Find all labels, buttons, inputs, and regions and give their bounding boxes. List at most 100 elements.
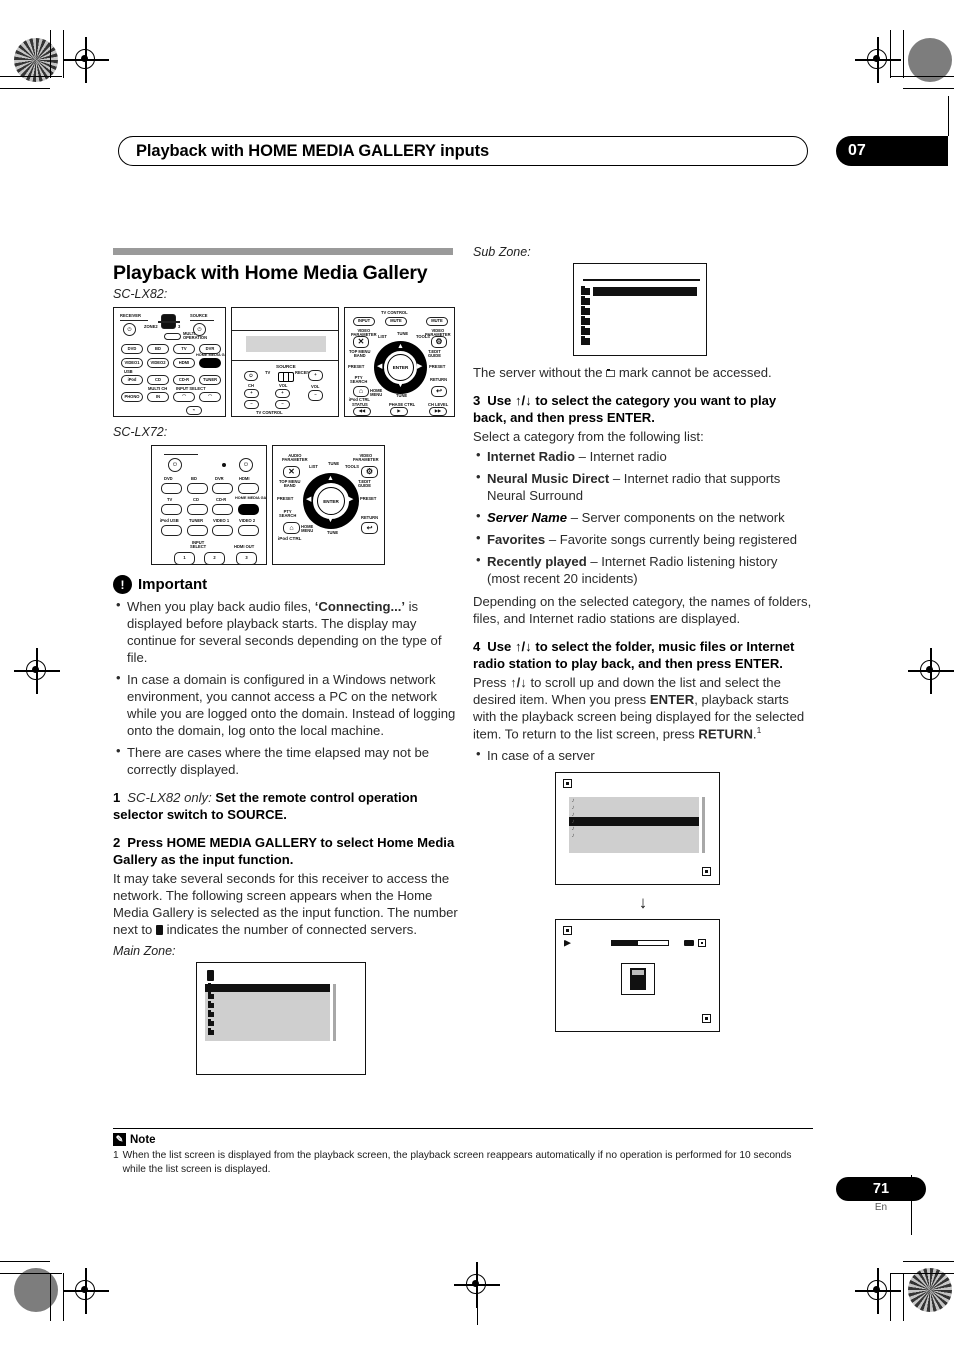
phono-button[interactable]: PHONO <box>121 392 143 402</box>
input-button[interactable]: INPUT <box>353 317 375 326</box>
crop-line-bl-v <box>50 1273 51 1321</box>
home-menu-button[interactable]: ⌂ <box>353 386 369 397</box>
crop-line-top-right-h2 <box>903 88 954 89</box>
osd-sub-highlight-row <box>593 287 697 296</box>
step-3-bold-a: Use <box>487 393 515 409</box>
tools-wrench-button[interactable]: ⚙ <box>431 336 447 348</box>
lx72-return-button[interactable]: ↩ <box>361 522 378 534</box>
lx72-input-2-button[interactable]: 2 <box>204 552 225 564</box>
osd-sub-folder-icon-4 <box>581 316 590 325</box>
cd-button[interactable]: CD <box>147 375 169 385</box>
lx72-tools-wrench-button[interactable]: ⚙ <box>361 466 378 478</box>
multi-operation-button[interactable] <box>164 333 181 340</box>
lx72-label-tune-bottom: TUNE <box>327 530 339 535</box>
osd-list-top-left-icon <box>563 778 572 788</box>
ch-up-button[interactable]: + <box>244 389 259 398</box>
bd-button[interactable]: BD <box>147 344 169 354</box>
lx72-home-menu-button[interactable]: ⌂ <box>283 522 300 534</box>
lx72-tv-button[interactable] <box>161 504 182 515</box>
lx72-cd-button[interactable] <box>187 504 208 515</box>
power-receiver-button[interactable]: ⏻ <box>123 323 136 336</box>
input-select-prev-button[interactable]: ⌒ <box>173 392 195 402</box>
ipod-button[interactable]: iPod <box>121 375 143 385</box>
extra-button-lx82[interactable]: ⌁ <box>186 406 202 415</box>
step-4-body-arrows-icon: ↑/↓ <box>510 675 527 691</box>
lx72-dvr-button[interactable] <box>212 483 233 494</box>
lx72-dvd-button[interactable] <box>161 483 182 494</box>
osd-server-list: ♪♪♪♪♪♪ <box>555 771 720 885</box>
lx72-power-left-button[interactable]: ⏻ <box>168 458 182 472</box>
home-media-gallery-button-lx82[interactable] <box>199 358 221 368</box>
left-column: Playback with Home Media Gallery SC-LX82… <box>113 248 458 1076</box>
lx72-label-home-media-gallery: HOME MEDIA GALLERY <box>235 496 267 500</box>
lx72-enter-button[interactable]: ENTER <box>317 487 345 515</box>
in-button[interactable]: IN <box>147 392 169 402</box>
next-track-button[interactable]: ▶▶ <box>429 407 447 416</box>
lx72-label-return: RETURN <box>361 515 379 520</box>
label-tv-control: TV CONTROL <box>256 410 283 415</box>
note-title: Note <box>130 1133 156 1146</box>
lx72-power-right-button[interactable]: ⏻ <box>239 458 253 472</box>
step-4-number: 4 <box>473 639 481 655</box>
video1-button[interactable]: VIDEO1 <box>121 358 143 368</box>
return-button[interactable]: ↩ <box>431 386 447 397</box>
prev-track-button[interactable]: ◀◀ <box>353 407 371 416</box>
play-button[interactable]: ▶ <box>390 407 408 416</box>
tv-power-button[interactable]: ⏻ <box>244 371 258 381</box>
osd-sub-folder-icon-5 <box>581 326 590 335</box>
lx72-video2-button[interactable] <box>238 525 259 536</box>
remote-panel-selector-lx82: SOURCE TV RECEIVER ⏻ CH VOL + – + – TV C… <box>231 307 339 417</box>
tv-button[interactable]: TV <box>173 344 195 354</box>
vol-down-button[interactable]: – <box>275 400 290 409</box>
lx72-tuner-button[interactable] <box>187 525 208 536</box>
label-input-select: INPUT SELECT <box>176 386 206 391</box>
mute-button[interactable]: MUTE <box>385 317 407 326</box>
lx72-input-1-button[interactable]: 1 <box>174 552 195 564</box>
cdr-button[interactable]: CD-R <box>173 375 195 385</box>
osd-playback-status-icon-a <box>684 939 694 946</box>
close-x-button[interactable]: ✕ <box>353 336 369 348</box>
lx72-label-hdmi: HDMI <box>239 476 250 481</box>
lx72-label-video1: VIDEO 1 <box>213 518 230 523</box>
dvd-button[interactable]: DVD <box>121 344 143 354</box>
enter-button[interactable]: ENTER <box>387 354 414 381</box>
osd-playback-progress-fill <box>612 940 638 945</box>
osd-sub-folder-icon-3 <box>581 306 590 315</box>
lx72-label-cd: CD <box>193 497 199 502</box>
home-media-gallery-button-lx72[interactable] <box>238 504 259 515</box>
lx72-input-3-button[interactable]: 3 <box>236 552 257 564</box>
dpad-right-arrow-icon: ▶ <box>417 363 423 370</box>
ch-down-button[interactable]: – <box>244 400 259 409</box>
lx72-label-tv: TV <box>167 497 173 502</box>
operation-selector-switch[interactable] <box>278 372 294 382</box>
lx72-bd-button[interactable] <box>187 483 208 494</box>
hdmi-button[interactable]: HDMI <box>173 358 195 368</box>
lx72-video1-button[interactable] <box>212 525 233 536</box>
selector-tick-1 <box>283 373 285 381</box>
label-preset-left: PRESET <box>348 364 365 369</box>
lx72-cdr-button[interactable] <box>212 504 233 515</box>
video2-button[interactable]: VIDEO2 <box>147 358 169 368</box>
panel2-mid-divider <box>232 360 338 361</box>
lx72-label-tedit-guide: T.EDIT GUIDE <box>358 479 371 489</box>
osd-main-folder-icon-6 <box>208 1028 214 1036</box>
mute2-button[interactable]: MUTE <box>426 317 448 326</box>
osd-list-scrollbar[interactable] <box>702 796 705 853</box>
lx72-close-x-button[interactable]: ✕ <box>283 466 300 478</box>
input-select-next-button[interactable]: ⌒ <box>199 392 221 402</box>
step-4-enter-bold: ENTER <box>649 692 695 708</box>
label-zone2: ZONE2 <box>144 324 158 329</box>
lx72-hdmi-button[interactable] <box>238 483 259 494</box>
lx72-label-tools: TOOLS <box>345 464 360 469</box>
tuner-button[interactable]: TUNER <box>199 375 221 385</box>
crop-line-bottom-h <box>0 1273 62 1274</box>
master-vol-up-button[interactable]: + <box>308 370 323 381</box>
lx72-ipod-usb-button[interactable] <box>161 525 182 536</box>
crop-line-top-h2 <box>0 88 50 89</box>
main-zone-caption: Main Zone: <box>113 944 176 959</box>
step-4-return-bold: RETURN <box>698 726 753 742</box>
osd-main-scrollbar[interactable] <box>333 984 336 1042</box>
vol-up-button[interactable]: + <box>275 389 290 398</box>
folder-mark-inline-icon <box>606 369 616 377</box>
master-vol-down-button[interactable]: – <box>308 390 323 401</box>
